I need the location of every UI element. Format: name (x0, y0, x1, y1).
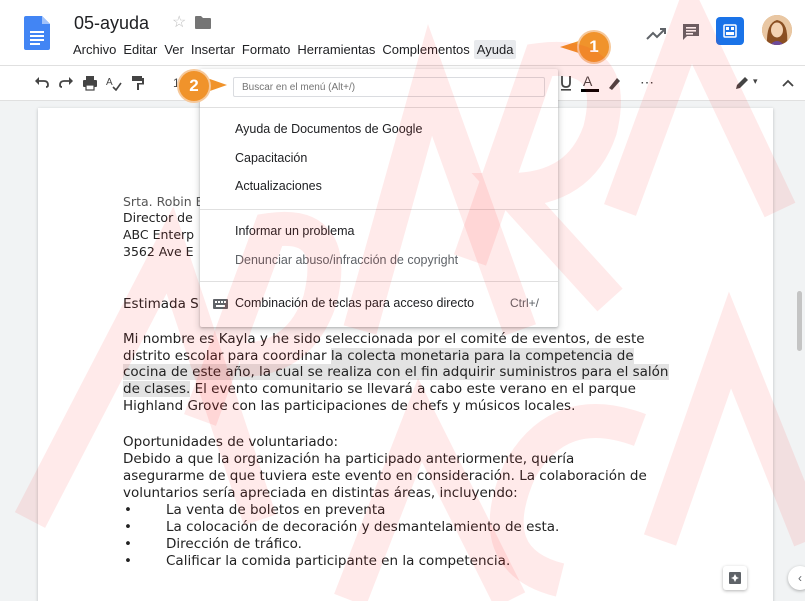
underline-icon[interactable] (558, 75, 574, 91)
keyboard-icon (213, 299, 228, 309)
menu-ver[interactable]: Ver (161, 40, 187, 59)
meet-icon (723, 24, 737, 38)
address-line: Srta. Robin E (123, 194, 204, 209)
menu-item-report-abuse[interactable]: Denunciar abuso/infracción de copyright (235, 253, 458, 267)
docs-logo-icon[interactable] (24, 16, 50, 50)
google-docs-window: 05-ayuda ☆ Archivo Editar Ver Insertar F… (0, 0, 805, 601)
menu-divider (200, 281, 558, 282)
menu-editar[interactable]: Editar (120, 40, 160, 59)
greeting: Estimada S (123, 296, 199, 312)
paragraph-line: Mi nombre es Kayla y he sido seleccionad… (123, 331, 645, 347)
step-callout-2: 2 (179, 71, 209, 101)
editing-mode-dropdown-icon[interactable]: ▾ (753, 76, 758, 87)
menu-complementos[interactable]: Complementos (379, 40, 472, 59)
svg-text:A: A (106, 77, 113, 88)
explore-button[interactable] (723, 566, 747, 590)
paragraph-line: cocina de este año, la cual se realiza c… (123, 364, 669, 380)
list-item: La colocación de decoración y desmantela… (166, 519, 560, 535)
explore-icon (729, 572, 741, 584)
paragraph-line: de clases. El evento comunitario se llev… (123, 381, 636, 397)
list-item: Dirección de tráfico. (166, 536, 302, 552)
print-icon[interactable] (82, 75, 98, 91)
menu-insertar[interactable]: Insertar (188, 40, 238, 59)
spellcheck-icon[interactable]: A (106, 75, 122, 91)
menu-search-input[interactable] (233, 77, 545, 97)
bullet-icon: • (124, 536, 132, 552)
callout-pointer-2 (207, 78, 227, 92)
paint-format-icon[interactable] (130, 75, 146, 91)
menu-divider (200, 107, 558, 108)
svg-text:A: A (583, 73, 593, 89)
list-item: La venta de boletos en preventa (166, 502, 386, 518)
more-options-icon[interactable]: ⋯ (640, 74, 654, 91)
doc-title[interactable]: 05-ayuda (74, 13, 149, 34)
menu-item-updates[interactable]: Actualizaciones (235, 179, 322, 193)
undo-icon[interactable] (34, 75, 50, 91)
bullet-icon: • (124, 502, 132, 518)
paragraph-line: Highland Grove con las participaciones d… (123, 398, 576, 414)
menu-item-training[interactable]: Capacitación (235, 151, 307, 165)
comment-icon[interactable] (682, 23, 700, 41)
star-icon[interactable]: ☆ (172, 14, 186, 32)
paragraph-line: asegurarme de que tuviera este evento en… (123, 468, 647, 484)
menu-formato[interactable]: Formato (239, 40, 293, 59)
list-item: Calificar la comida participante en la c… (166, 553, 511, 569)
menu-item-report-problem[interactable]: Informar un problema (235, 224, 355, 238)
menu-herramientas[interactable]: Herramientas (294, 40, 378, 59)
address-line: Director de (123, 210, 193, 225)
user-avatar[interactable] (762, 15, 792, 45)
menu-item-docs-help[interactable]: Ayuda de Documentos de Google (235, 122, 422, 136)
paragraph-line: Debido a que la organización ha particip… (123, 451, 575, 467)
side-panel-toggle-icon[interactable]: ‹ (788, 566, 805, 590)
activity-trend-icon[interactable] (646, 26, 668, 42)
vertical-scrollbar[interactable] (797, 291, 802, 351)
share-meet-button[interactable] (716, 17, 744, 45)
menubar: Archivo Editar Ver Insertar Formato Herr… (70, 40, 517, 59)
help-menu-dropdown: Ayuda de Documentos de Google Capacitaci… (200, 69, 558, 327)
menu-item-keyboard-shortcuts[interactable]: Combinación de teclas para acceso direct… (235, 296, 474, 310)
address-line: ABC Enterp (123, 227, 195, 242)
step-callout-1: 1 (579, 32, 609, 62)
redo-icon[interactable] (58, 75, 74, 91)
collapse-toolbar-icon[interactable] (780, 75, 796, 91)
menu-divider (200, 209, 558, 210)
menu-archivo[interactable]: Archivo (70, 40, 119, 59)
paragraph-line: voluntarios sería apreciada en distintas… (123, 485, 518, 501)
editing-mode-icon[interactable] (734, 75, 750, 91)
menu-ayuda[interactable]: Ayuda (473, 40, 517, 59)
address-line: 3562 Ave E (123, 244, 194, 259)
bullet-icon: • (124, 519, 132, 535)
shortcut-keys: Ctrl+/ (510, 296, 540, 310)
paragraph-line: distrito escolar para coordinar la colec… (123, 348, 634, 364)
highlight-icon[interactable] (606, 75, 622, 91)
text-color-icon[interactable]: A (580, 73, 600, 93)
section-heading: Oportunidades de voluntariado: (123, 434, 338, 450)
header: 05-ayuda ☆ Archivo Editar Ver Insertar F… (0, 0, 805, 65)
folder-icon[interactable] (195, 16, 211, 29)
bullet-icon: • (124, 553, 132, 569)
